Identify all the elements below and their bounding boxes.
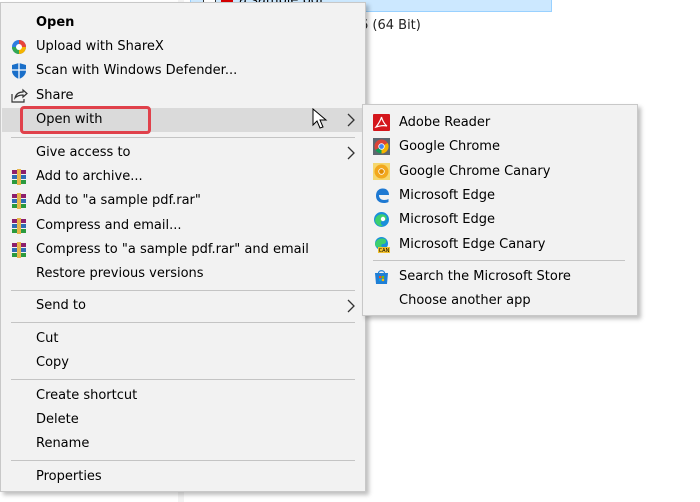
menu-item-label: Delete — [36, 412, 79, 427]
edge-icon — [374, 212, 389, 227]
chevron-right-icon — [347, 299, 355, 313]
menu-separator — [11, 290, 355, 291]
chevron-right-icon — [347, 146, 355, 160]
mouse-cursor-icon — [312, 108, 328, 129]
app-item-google-chrome[interactable]: Google Chrome — [364, 135, 636, 159]
menu-item-add-to-archive[interactable]: Add to archive... — [2, 165, 364, 189]
submenu-separator — [373, 260, 625, 261]
app-item-microsoft-edge-legacy[interactable]: Microsoft Edge — [364, 184, 636, 208]
open-with-submenu: Adobe Reader Google Chrome Google Chrome… — [362, 104, 638, 316]
menu-item-compress-email[interactable]: Compress and email... — [2, 214, 364, 238]
menu-item-delete[interactable]: Delete — [2, 408, 364, 432]
menu-item-send-to[interactable]: Send to — [2, 294, 364, 318]
menu-item-give-access[interactable]: Give access to — [2, 141, 364, 165]
winrar-icon — [12, 218, 26, 234]
winrar-icon — [12, 193, 26, 209]
menu-item-label: Give access to — [36, 145, 131, 160]
app-item-microsoft-edge-canary[interactable]: CAN Microsoft Edge Canary — [364, 233, 636, 257]
app-item-label: Microsoft Edge Canary — [399, 237, 546, 252]
menu-item-copy[interactable]: Copy — [2, 351, 364, 375]
highlight-annotation-frame — [20, 106, 151, 134]
app-item-adobe-reader[interactable]: Adobe Reader — [364, 111, 636, 135]
menu-item-label: Scan with Windows Defender... — [36, 63, 238, 78]
menu-item-label: Upload with ShareX — [36, 39, 164, 54]
menu-item-label: Copy — [36, 355, 69, 370]
menu-item-label: Compress to "a sample pdf.rar" and email — [36, 242, 309, 257]
winrar-icon — [12, 242, 26, 258]
menu-separator — [11, 322, 355, 323]
menu-item-label: Compress and email... — [36, 218, 182, 233]
menu-separator — [11, 379, 355, 380]
edge-canary-icon: CAN — [375, 237, 390, 253]
menu-item-rename[interactable]: Rename — [2, 432, 364, 456]
menu-item-open[interactable]: Open — [2, 11, 364, 35]
microsoft-store-icon — [375, 270, 388, 284]
app-item-label: Choose another app — [399, 293, 531, 308]
menu-item-restore-versions[interactable]: Restore previous versions — [2, 262, 364, 286]
menu-item-label: Restore previous versions — [36, 266, 204, 281]
file-detail-text: 6 (64 Bit) — [360, 18, 421, 33]
menu-item-upload-sharex[interactable]: Upload with ShareX — [2, 35, 364, 59]
app-item-label: Microsoft Edge — [399, 188, 496, 203]
menu-item-label: Properties — [36, 469, 102, 484]
defender-shield-icon — [12, 63, 26, 79]
app-item-label: Google Chrome — [399, 139, 500, 154]
menu-item-share[interactable]: Share — [2, 84, 364, 108]
share-icon — [11, 88, 28, 103]
app-item-label: Google Chrome Canary — [399, 164, 551, 179]
app-item-choose-another[interactable]: Choose another app — [364, 289, 636, 313]
chrome-icon — [373, 138, 390, 155]
sharex-icon — [12, 40, 26, 54]
menu-item-label: Send to — [36, 298, 86, 313]
menu-item-label: Add to archive... — [36, 169, 143, 184]
menu-separator — [11, 460, 355, 461]
app-item-search-store[interactable]: Search the Microsoft Store — [364, 265, 636, 289]
menu-item-add-to-rar[interactable]: Add to "a sample pdf.rar" — [2, 189, 364, 213]
chrome-canary-icon — [373, 163, 390, 180]
svg-text:CAN: CAN — [379, 248, 390, 253]
menu-item-label: Open — [36, 15, 75, 30]
menu-item-properties[interactable]: Properties — [2, 465, 364, 489]
winrar-icon — [12, 169, 26, 185]
menu-item-compress-rar-email[interactable]: Compress to "a sample pdf.rar" and email — [2, 238, 364, 262]
app-item-microsoft-edge[interactable]: Microsoft Edge — [364, 208, 636, 232]
menu-item-label: Share — [36, 88, 74, 103]
adobe-reader-icon — [373, 114, 390, 131]
context-menu: Open Upload with ShareX Scan with Window… — [0, 2, 366, 492]
app-item-label: Adobe Reader — [399, 115, 491, 130]
app-item-label: Search the Microsoft Store — [399, 269, 571, 284]
menu-item-cut[interactable]: Cut — [2, 327, 364, 351]
menu-item-label: Cut — [36, 331, 59, 346]
edge-legacy-icon — [376, 188, 389, 203]
menu-item-create-shortcut[interactable]: Create shortcut — [2, 384, 364, 408]
chevron-right-icon — [347, 113, 355, 127]
menu-item-scan-defender[interactable]: Scan with Windows Defender... — [2, 59, 364, 83]
menu-item-label: Rename — [36, 436, 90, 451]
menu-separator — [11, 137, 355, 138]
menu-item-label: Create shortcut — [36, 388, 138, 403]
app-item-label: Microsoft Edge — [399, 212, 496, 227]
app-item-google-chrome-canary[interactable]: Google Chrome Canary — [364, 160, 636, 184]
menu-item-label: Add to "a sample pdf.rar" — [36, 193, 201, 208]
